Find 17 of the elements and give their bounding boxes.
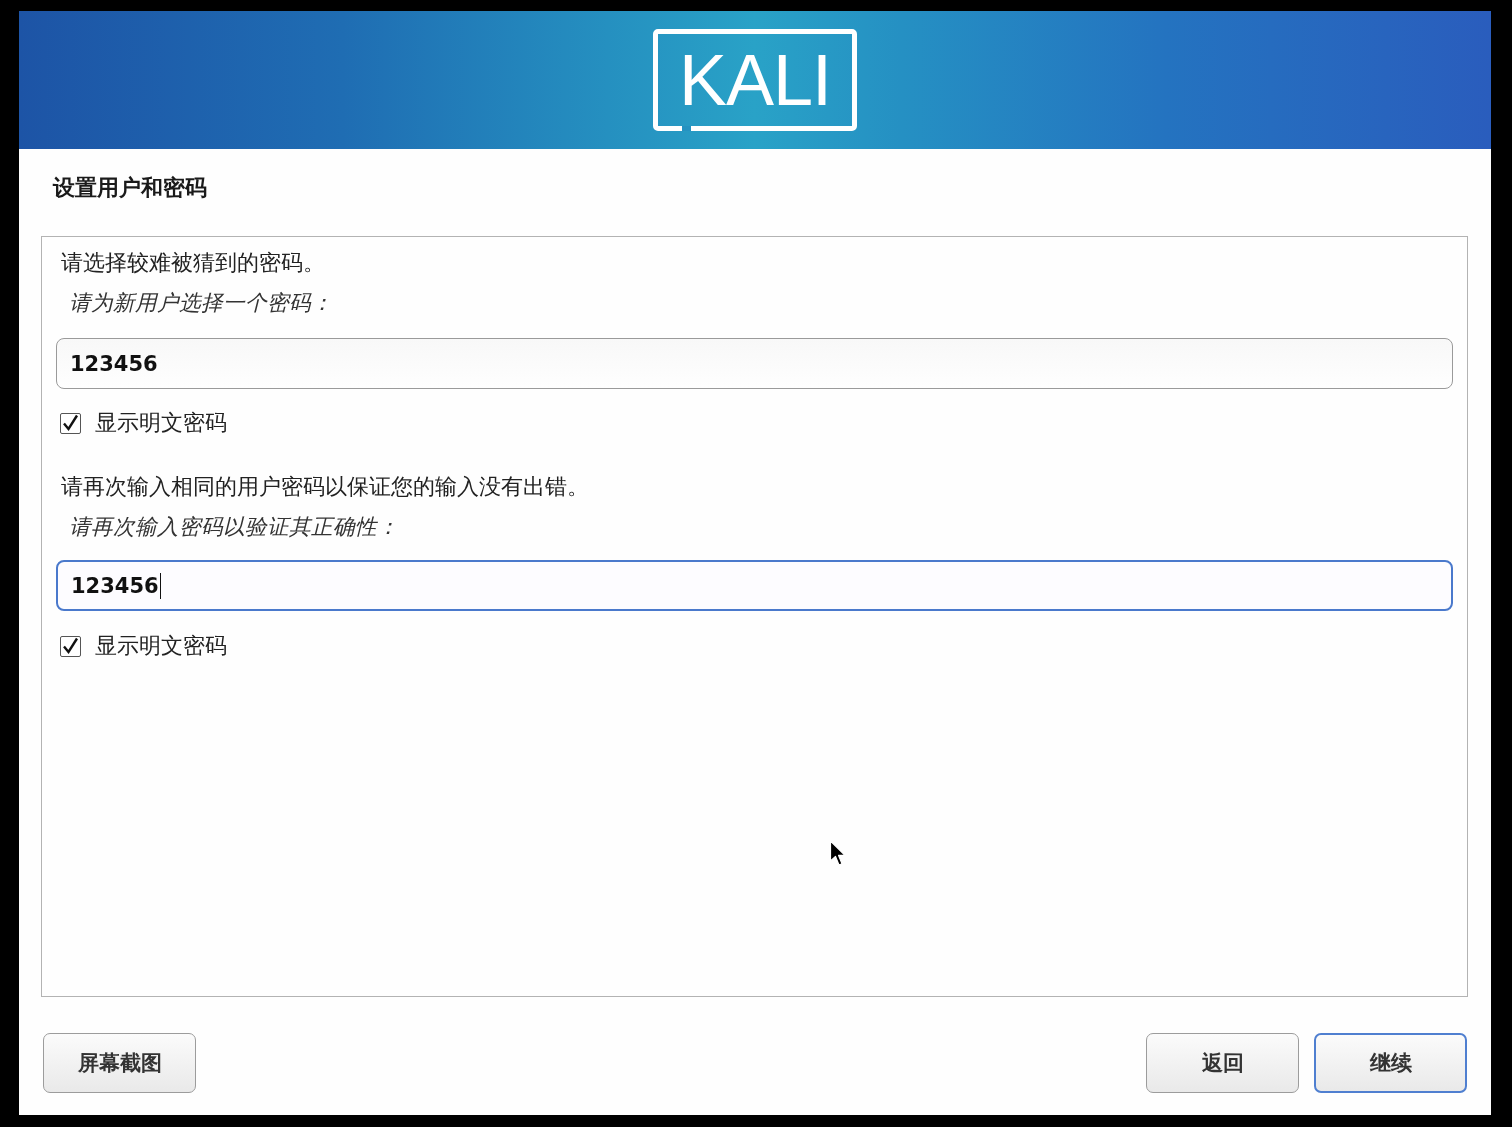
checkbox-label[interactable]: 显示明文密码 [95,411,227,435]
field-label: 请再次输入密码以验证其正确性： [69,515,399,539]
checkbox[interactable] [60,412,81,434]
field-label: 请为新用户选择一个密码： [69,291,333,315]
checkbox-label[interactable]: 显示明文密码 [95,634,227,658]
page-title: 设置用户和密码 [53,177,207,199]
dialog-button[interactable]: 屏幕截图 [43,1033,196,1093]
dialog-button[interactable]: 继续 [1314,1033,1467,1093]
checkbox[interactable] [60,635,81,657]
mouse-pointer-icon [829,840,847,867]
password-field[interactable]: 123456 [56,560,1453,611]
password-field[interactable]: 123456 [56,338,1453,389]
instruction-text: 请再次输入相同的用户密码以保证您的输入没有出错。 [61,475,589,499]
text-cursor-icon [159,572,162,599]
dialog-button[interactable]: 返回 [1146,1033,1299,1093]
logo-text: KALI [678,44,832,116]
instruction-text: 请选择较难被猜到的密码。 [61,251,325,275]
